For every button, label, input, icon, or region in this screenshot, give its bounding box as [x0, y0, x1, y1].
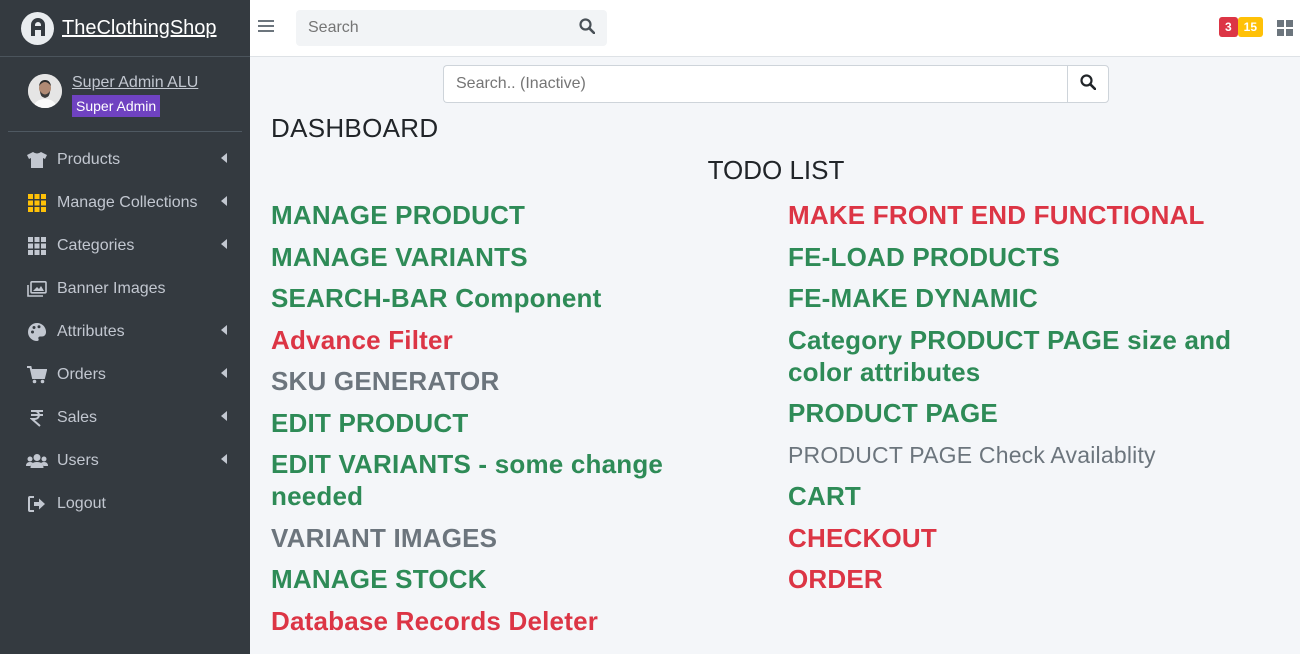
sidebar-item-label: Categories	[57, 236, 135, 254]
todo-item: MANAGE PRODUCT	[271, 200, 526, 230]
search-icon	[1080, 73, 1097, 95]
sidebar-item-orders[interactable]: Orders	[0, 353, 250, 396]
brand-logo-icon	[21, 11, 54, 45]
todo-item: ORDER	[788, 564, 883, 594]
sidebar-item-banner-images[interactable]: Banner Images	[0, 267, 250, 310]
chevron-left-icon	[220, 368, 228, 381]
rupee-icon	[26, 408, 48, 428]
sidebar-item-users[interactable]: Users	[0, 439, 250, 482]
sidebar-item-label: Sales	[57, 408, 98, 426]
sidebar: TheClothingShop Super Admin ALU Super Ad…	[0, 0, 250, 654]
main-search-button[interactable]	[1067, 65, 1109, 103]
sidebar-item-categories[interactable]: Categories	[0, 224, 250, 267]
todo-item: MANAGE VARIANTS	[271, 241, 528, 272]
todo-item: CHECKOUT	[788, 522, 937, 553]
todo-item: MAKE FRONT END FUNCTIONAL	[788, 200, 1205, 230]
todo-item: VARIANT IMAGES	[271, 522, 498, 553]
chevron-left-icon	[220, 239, 228, 252]
grid-icon	[26, 193, 48, 213]
avatar	[28, 74, 62, 108]
sidebar-item-products[interactable]: Products	[0, 138, 250, 181]
brand-name: TheClothingShop	[62, 16, 217, 39]
todo-item: EDIT PRODUCT	[271, 407, 469, 438]
sidebar-item-attributes[interactable]: Attributes	[0, 310, 250, 353]
chevron-left-icon	[220, 153, 228, 166]
sidebar-item-label: Products	[57, 150, 121, 168]
todo-item: EDIT VARIANTS - some change needed	[271, 449, 664, 511]
todo-item: Database Records Deleter	[271, 605, 599, 636]
page-title: DASHBOARD	[271, 113, 439, 143]
todo-item: PRODUCT PAGE	[788, 398, 998, 428]
todo-item: SKU GENERATOR	[271, 366, 500, 396]
todo-item: CART	[788, 481, 862, 511]
sidebar-item-label: Logout	[57, 494, 106, 512]
sidebar-item-label: Users	[57, 451, 99, 469]
sidebar-item-label: Manage Collections	[57, 193, 198, 211]
cart-icon	[26, 365, 48, 385]
brand-link[interactable]: TheClothingShop	[0, 0, 250, 57]
chevron-left-icon	[220, 325, 228, 338]
todo-column-left: MANAGE PRODUCT MANAGE VARIANTS SEARCH-BA…	[271, 199, 691, 646]
chevron-left-icon	[220, 454, 228, 467]
main-content: DASHBOARD TODO LIST MANAGE PRODUCT MANAG…	[250, 57, 1300, 654]
notification-badge-red[interactable]: 3	[1218, 17, 1238, 37]
apps-grid-icon[interactable]	[1277, 20, 1293, 36]
top-navbar: 3 15	[250, 0, 1300, 57]
sidebar-item-label: Orders	[57, 365, 106, 383]
todo-item: Advance Filter	[271, 324, 453, 355]
todo-item: FE-MAKE DYNAMIC	[788, 283, 1038, 313]
navbar-search-input[interactable]	[296, 10, 567, 46]
search-button[interactable]	[567, 10, 607, 46]
navbar-search	[296, 10, 607, 46]
user-name-link[interactable]: Super Admin ALU	[72, 74, 198, 92]
logout-icon	[26, 494, 48, 514]
sidebar-item-sales[interactable]: Sales	[0, 396, 250, 439]
todo-column-right: MAKE FRONT END FUNCTIONAL FE-LOAD PRODUC…	[788, 199, 1258, 605]
user-panel: Super Admin ALU Super Admin	[8, 57, 242, 132]
sidebar-item-logout[interactable]: Logout	[0, 482, 250, 525]
palette-icon	[26, 322, 48, 342]
sidebar-item-label: Attributes	[57, 322, 125, 340]
todo-item: FE-LOAD PRODUCTS	[788, 241, 1060, 272]
todo-list-title: TODO LIST	[707, 155, 845, 185]
todo-item: PRODUCT PAGE Check Availablity	[788, 441, 1156, 468]
role-badge: Super Admin	[72, 95, 161, 117]
sidebar-item-manage-collections[interactable]: Manage Collections	[0, 181, 250, 224]
tshirt-icon	[26, 150, 48, 170]
notification-badges: 3 15	[1218, 17, 1263, 37]
images-icon	[26, 279, 48, 299]
main-search-input[interactable]	[443, 65, 1067, 103]
grid-icon	[26, 236, 48, 256]
todo-item: MANAGE STOCK	[271, 564, 487, 594]
sidebar-item-label: Banner Images	[57, 279, 166, 297]
main-search	[443, 65, 1109, 103]
chevron-left-icon	[220, 411, 228, 424]
todo-item: SEARCH-BAR Component	[271, 283, 602, 313]
notification-badge-yellow[interactable]: 15	[1237, 17, 1263, 37]
users-icon	[26, 451, 48, 471]
todo-item: Category PRODUCT PAGE size and color att…	[788, 324, 1232, 387]
search-icon	[579, 17, 596, 39]
menu-toggle-icon[interactable]	[258, 18, 274, 34]
chevron-left-icon	[220, 196, 228, 209]
sidebar-nav: Products Manage Collections Categories B…	[0, 132, 250, 525]
